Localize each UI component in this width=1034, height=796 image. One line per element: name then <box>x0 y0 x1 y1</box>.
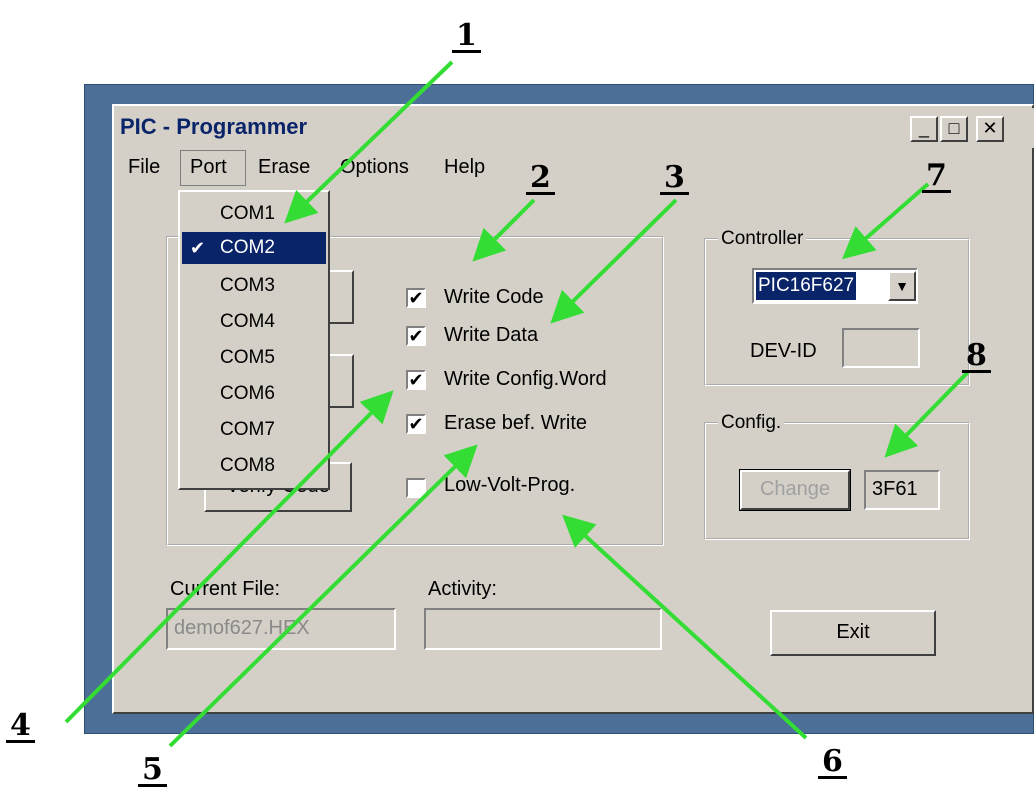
callout-7: 7 <box>922 158 951 193</box>
callout-5: 5 <box>138 752 167 787</box>
arrow-7 <box>841 182 930 260</box>
callout-2: 2 <box>526 160 555 195</box>
callout-1: 1 <box>452 18 481 53</box>
callout-6: 6 <box>818 744 847 779</box>
callout-3: 3 <box>660 160 689 195</box>
arrow-5 <box>168 444 478 748</box>
arrow-8 <box>884 370 970 458</box>
arrow-2 <box>472 198 536 262</box>
callout-arrows <box>64 60 970 748</box>
callout-4: 4 <box>6 708 35 743</box>
callout-8: 8 <box>962 338 991 373</box>
arrow-3 <box>550 198 678 324</box>
arrow-6 <box>562 514 808 740</box>
arrow-4 <box>64 390 394 724</box>
arrow-1 <box>284 60 454 224</box>
